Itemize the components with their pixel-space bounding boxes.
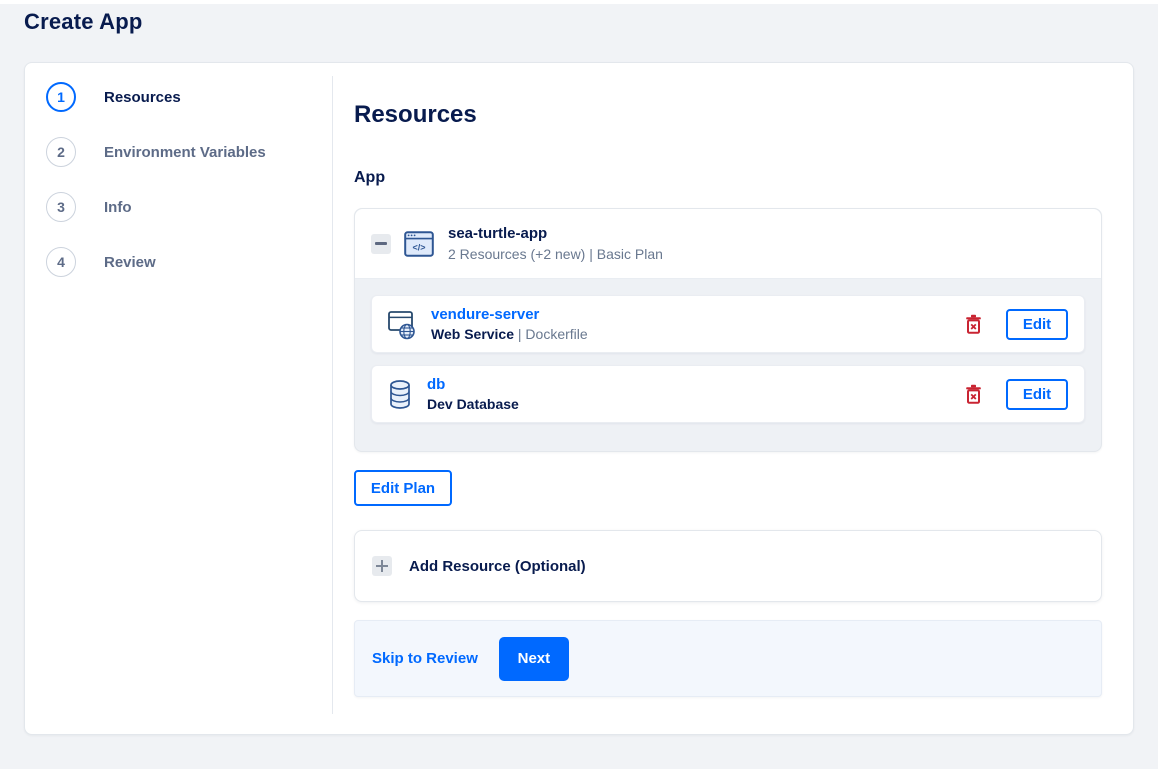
step-number-badge: 3 [46,192,76,222]
plus-icon[interactable] [372,556,392,576]
step-number-badge: 2 [46,137,76,167]
app-name: sea-turtle-app [448,225,548,242]
step-environment-variables[interactable]: 2 Environment Variables [46,137,266,167]
resource-row-vendure-server: vendure-server Web Service | Dockerfile [371,295,1085,353]
trash-icon[interactable] [963,382,984,406]
app-summary: 2 Resources (+2 new) | Basic Plan [448,246,663,262]
app-section-label: App [354,169,386,186]
step-label: Info [104,198,132,216]
skip-to-review-link[interactable]: Skip to Review [372,650,478,667]
page-title: Create App [24,9,143,34]
resource-row-db: db Dev Database Edit [371,365,1085,423]
edit-resource-button[interactable]: Edit [1006,378,1068,410]
app-window-code-icon: </> [404,230,434,257]
step-info[interactable]: 3 Info [46,192,132,222]
add-resource-label: Add Resource (Optional) [409,557,586,575]
resource-text: db Dev Database [427,376,519,412]
resource-text: vendure-server Web Service | Dockerfile [431,306,588,342]
resource-detail: | Dockerfile [514,326,588,342]
add-resource-section[interactable]: Add Resource (Optional) [354,530,1102,602]
app-card-header: </> sea-turtle-app 2 Resources (+2 new) … [355,209,1101,279]
step-label: Resources [104,88,181,106]
collapse-minus-icon[interactable] [371,233,391,254]
step-review[interactable]: 4 Review [46,247,156,277]
resource-name-link[interactable]: vendure-server [431,306,588,323]
edit-resource-button[interactable]: Edit [1006,308,1068,340]
row-actions: Edit [963,378,1068,410]
top-strip [0,0,1158,4]
app-header-text: sea-turtle-app 2 Resources (+2 new) | Ba… [448,225,663,262]
app-resource-group-card: </> sea-turtle-app 2 Resources (+2 new) … [354,208,1102,452]
web-service-globe-icon [388,309,416,340]
next-button[interactable]: Next [498,636,569,681]
svg-text:</>: </> [412,242,425,252]
resource-type: Dev Database [427,396,519,412]
resource-subtitle: Web Service | Dockerfile [431,326,588,342]
resources-heading: Resources [354,101,477,128]
resource-type: Web Service [431,326,515,342]
wizard-footer: Skip to Review Next [354,620,1102,697]
row-actions: Edit [963,308,1068,340]
step-label: Environment Variables [104,143,266,161]
trash-icon[interactable] [963,312,984,336]
create-app-page: Create App 1 Resources 2 Environment Var… [0,0,1158,769]
resource-name-link[interactable]: db [427,376,519,393]
app-card-body: vendure-server Web Service | Dockerfile [355,279,1101,439]
resource-subtitle: Dev Database [427,396,519,412]
edit-plan-button[interactable]: Edit Plan [354,470,452,506]
step-resources[interactable]: 1 Resources [46,82,181,112]
step-number-badge: 4 [46,247,76,277]
sidebar-divider [332,76,333,714]
step-label: Review [104,253,156,271]
database-icon [388,379,412,410]
step-number-badge: 1 [46,82,76,112]
